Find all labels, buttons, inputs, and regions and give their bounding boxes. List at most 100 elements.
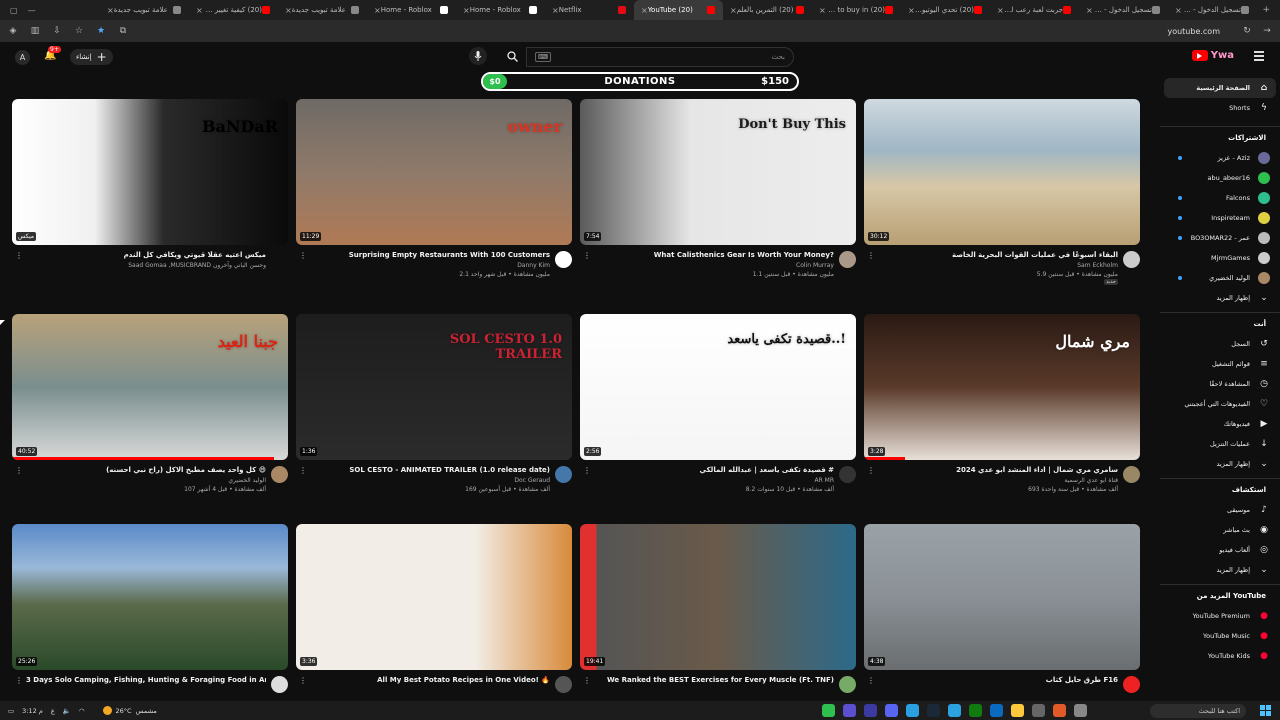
browser-tab[interactable]: × تسجيل الدخول - ملف: [1168, 0, 1257, 20]
browser-tab[interactable]: × (20) التمرين بالعلم: [723, 0, 812, 20]
more-options-icon[interactable]: ⋮: [583, 677, 591, 685]
taskbar-search[interactable]: اكتب هنا للبحث: [1150, 703, 1246, 718]
star-icon[interactable]: ★: [96, 26, 106, 36]
bookmarks-icon[interactable]: ☆: [74, 26, 84, 36]
hamburger-menu-icon[interactable]: [1254, 51, 1264, 61]
video-title[interactable]: What Calisthenics Gear Is Worth Your Mon…: [594, 251, 834, 259]
sidebar-item[interactable]: BO3OMAR22 - عمر: [1164, 228, 1276, 248]
video-channel[interactable]: Sam Eckholm: [1077, 262, 1118, 269]
app-icon-discord-2[interactable]: [885, 704, 898, 717]
channel-avatar[interactable]: [555, 676, 572, 693]
video-channel[interactable]: Saad Gomaa ,MUSICBRAND وحسن الباني وآخرو…: [128, 262, 266, 269]
browser-tab[interactable]: × جربت لعبة رعب لفلك: [990, 0, 1079, 20]
channel-avatar[interactable]: [555, 251, 572, 268]
browser-tab[interactable]: × (20) كيفية تغيير رياح: [189, 0, 278, 20]
weather-widget[interactable]: 26°C مشمس: [102, 706, 157, 715]
create-button[interactable]: إنشاء +: [70, 49, 113, 65]
app-icon-store[interactable]: [990, 704, 1003, 717]
more-options-icon[interactable]: ⋮: [15, 252, 23, 260]
url-text[interactable]: youtube.com: [1167, 27, 1220, 36]
video-channel[interactable]: AR MR: [814, 477, 834, 484]
channel-avatar[interactable]: [839, 466, 856, 483]
browser-tab[interactable]: × Home - Roblox: [456, 0, 545, 20]
forward-icon[interactable]: →: [1262, 26, 1272, 36]
browser-tab[interactable]: × (20) how to buy in: [812, 0, 901, 20]
keyboard-icon[interactable]: ⌨: [535, 52, 552, 62]
video-thumbnail[interactable]: 25:26: [12, 524, 288, 670]
sidebar-item[interactable]: موسيقى ♪: [1164, 500, 1276, 520]
sidebar-item[interactable]: الفيديوهات التي أعجبتني ♡: [1164, 394, 1276, 414]
sidebar-item[interactable]: السجل ↺: [1164, 334, 1276, 354]
video-thumbnail[interactable]: BaNDaR ميكس: [12, 99, 288, 245]
app-icon-chrome[interactable]: [1053, 704, 1066, 717]
sidebar-item[interactable]: abu_abeer16: [1164, 168, 1276, 188]
close-tab-icon[interactable]: ×: [641, 6, 648, 15]
video-title[interactable]: All My Best Potato Recipes in One Video!…: [310, 676, 550, 684]
close-tab-icon[interactable]: ×: [107, 6, 114, 15]
browser-tab[interactable]: × علامة تبويب جديدة: [100, 0, 189, 20]
copy-icon[interactable]: ⧉: [118, 26, 128, 36]
video-thumbnail[interactable]: جبنا العيد 40:52: [12, 314, 288, 460]
extensions-icon[interactable]: ◈: [8, 26, 18, 36]
sidebar-item[interactable]: YouTube Premium ●: [1164, 606, 1276, 626]
video-title[interactable]: We Ranked the BEST Exercises for Every M…: [594, 676, 834, 684]
app-icon-xbox[interactable]: [969, 704, 982, 717]
app-icon-green[interactable]: [822, 704, 835, 717]
video-channel[interactable]: قناة ابو عدي الرسمية: [1064, 477, 1118, 484]
video-title[interactable]: SOL CESTO - ANIMATED TRAILER (1.0 releas…: [310, 466, 550, 474]
app-icon-steam[interactable]: [927, 704, 940, 717]
app-icon-discord[interactable]: [843, 704, 856, 717]
windows-start-icon[interactable]: [1260, 704, 1272, 717]
account-avatar[interactable]: A: [15, 50, 30, 65]
video-channel[interactable]: Danny Kim: [517, 262, 550, 269]
video-thumbnail[interactable]: 30:12: [864, 99, 1140, 245]
clock-text[interactable]: 3:12 م: [22, 707, 43, 715]
channel-avatar[interactable]: [555, 466, 572, 483]
more-options-icon[interactable]: ⋮: [583, 252, 591, 260]
close-tab-icon[interactable]: ×: [374, 6, 381, 15]
more-options-icon[interactable]: ⋮: [15, 677, 23, 685]
close-tab-icon[interactable]: ×: [285, 6, 292, 15]
explore-heading[interactable]: استكشاف: [1164, 486, 1276, 494]
channel-avatar[interactable]: [1123, 251, 1140, 268]
sidebar-item[interactable]: Shorts ϟ: [1164, 98, 1276, 118]
close-tab-icon[interactable]: ×: [1086, 6, 1093, 15]
video-title[interactable]: طرق حايل كتاب F16: [878, 676, 1118, 684]
app-icon-telegram[interactable]: [948, 704, 961, 717]
language-icon[interactable]: ع: [51, 707, 55, 715]
video-title[interactable]: سامري مري شمال | اداء المنشد ابو عدي 202…: [878, 466, 1118, 474]
sidebar-item[interactable]: بث مباشر ◉: [1164, 520, 1276, 540]
video-thumbnail[interactable]: Don't Buy This 7:54: [580, 99, 856, 245]
download-icon[interactable]: ⇩: [52, 26, 62, 36]
video-thumbnail[interactable]: 19:41: [580, 524, 856, 670]
app-icon-purple[interactable]: [864, 704, 877, 717]
video-title[interactable]: البقاء أسبوعًا في عمليات القوات البحرية …: [878, 251, 1118, 259]
app-icon-generic[interactable]: [1074, 704, 1087, 717]
more-options-icon[interactable]: ⋮: [299, 467, 307, 475]
sidebar-item[interactable]: إظهار المزيد ⌄: [1164, 560, 1276, 580]
sidebar-item[interactable]: عمليات التنزيل ↓: [1164, 434, 1276, 454]
close-tab-icon[interactable]: ×: [1175, 6, 1182, 15]
video-title[interactable]: Surprising Empty Restaurants With 100 Cu…: [310, 251, 550, 259]
sidebar-item[interactable]: إظهار المزيد ⌄: [1164, 454, 1276, 474]
channel-avatar[interactable]: [1123, 466, 1140, 483]
channel-avatar[interactable]: [839, 676, 856, 693]
video-title[interactable]: قصيدة تكفى ياسعد | عبدالله المالكي #: [594, 466, 834, 474]
close-tab-icon[interactable]: ×: [730, 6, 737, 15]
close-tab-icon[interactable]: ×: [463, 6, 470, 15]
browser-tab[interactable]: × (20) تحدي اليوتيوبرز الرس: [901, 0, 990, 20]
more-options-icon[interactable]: ⋮: [299, 677, 307, 685]
sidebar-item[interactable]: MjrmGames: [1164, 248, 1276, 268]
more-options-icon[interactable]: ⋮: [867, 677, 875, 685]
video-channel[interactable]: الوليد الخضيري: [228, 477, 266, 484]
video-thumbnail[interactable]: SOL CESTO 1.0 TRAILER 1:36: [296, 314, 572, 460]
video-channel[interactable]: Doc Geraud: [514, 477, 550, 484]
video-title[interactable]: 3 Days Solo Camping, Fishing, Hunting & …: [26, 676, 266, 684]
video-thumbnail[interactable]: 4:38: [864, 524, 1140, 670]
channel-avatar[interactable]: [271, 466, 288, 483]
browser-tab[interactable]: × Home - Roblox: [367, 0, 456, 20]
new-tab-icon[interactable]: +: [1262, 5, 1270, 15]
sidebar-item[interactable]: الوليد الخضيري: [1164, 268, 1276, 288]
channel-avatar[interactable]: [271, 676, 288, 693]
window-menu-icon[interactable]: ▢: [10, 6, 18, 15]
